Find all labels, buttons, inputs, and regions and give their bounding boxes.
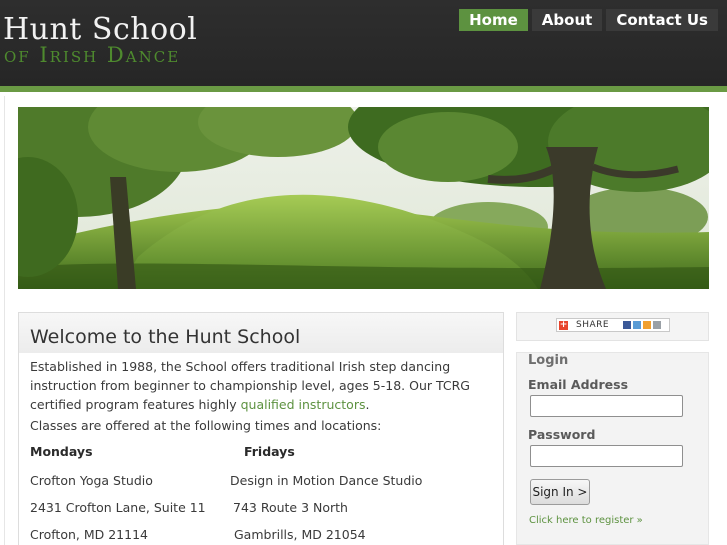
mondays-heading: Mondays	[30, 444, 93, 459]
share-label: SHARE	[576, 320, 610, 330]
fridays-studio: Design in Motion Dance Studio	[230, 473, 423, 488]
share-button[interactable]: + SHARE	[556, 318, 670, 332]
main-nav: Home About Contact Us	[459, 9, 718, 31]
logo-subtitle: of Irish Dance	[4, 43, 181, 67]
page-title: Welcome to the Hunt School	[30, 326, 301, 348]
email-label: Email Address	[528, 377, 629, 392]
share-panel: + SHARE	[516, 312, 709, 341]
nav-contact-us[interactable]: Contact Us	[606, 9, 718, 31]
fridays-address: 743 Route 3 North	[233, 500, 348, 515]
login-title: Login	[528, 353, 569, 368]
email-field[interactable]	[530, 395, 683, 417]
digg-icon	[643, 321, 651, 329]
delicious-icon	[633, 321, 641, 329]
fridays-heading: Fridays	[244, 444, 295, 459]
login-panel: Login Email Address Password Sign In > C…	[516, 352, 709, 545]
qualified-instructors-link[interactable]: qualified instructors	[241, 397, 366, 412]
register-link[interactable]: Click here to register »	[529, 515, 643, 526]
intro-paragraph: Established in 1988, the School offers t…	[30, 357, 490, 414]
facebook-icon	[623, 321, 631, 329]
plus-icon: +	[559, 320, 568, 330]
welcome-panel: Welcome to the Hunt School Established i…	[18, 312, 504, 545]
more-icon	[653, 321, 661, 329]
sign-in-button[interactable]: Sign In >	[530, 479, 590, 505]
mondays-address: 2431 Crofton Lane, Suite 11	[30, 500, 206, 515]
fridays-city: Gambrills, MD 21054	[234, 527, 366, 542]
header-accent-bar	[0, 86, 727, 92]
classes-text: Classes are offered at the following tim…	[30, 418, 382, 433]
password-label: Password	[528, 427, 596, 442]
site-header: Hunt School of Irish Dance Home About Co…	[0, 0, 727, 86]
nav-about[interactable]: About	[531, 9, 603, 31]
nav-home[interactable]: Home	[459, 9, 528, 31]
mondays-city: Crofton, MD 21114	[30, 527, 148, 542]
banner-image	[18, 107, 709, 289]
intro-end: .	[365, 397, 370, 412]
password-field[interactable]	[530, 445, 683, 467]
mondays-studio: Crofton Yoga Studio	[30, 473, 153, 488]
